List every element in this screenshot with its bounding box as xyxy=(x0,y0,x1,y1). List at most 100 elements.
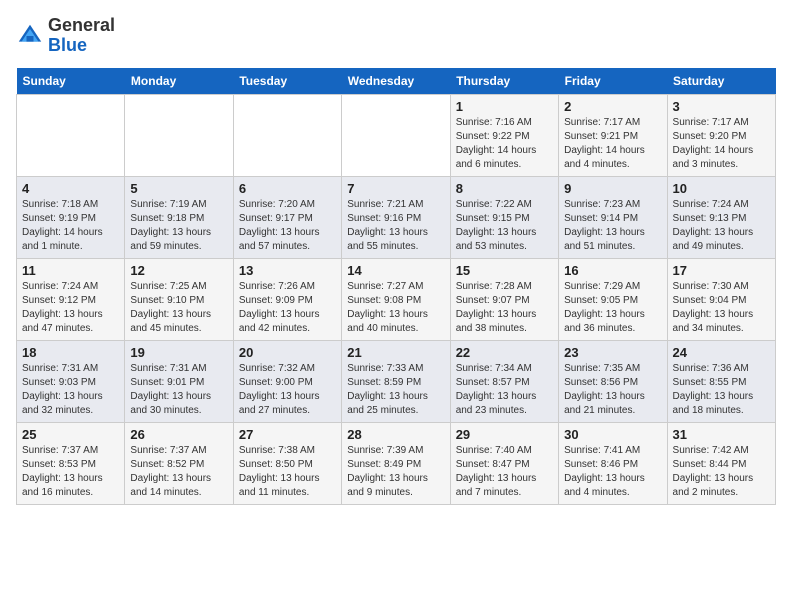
day-info: Sunrise: 7:19 AM Sunset: 9:18 PM Dayligh… xyxy=(130,198,227,254)
calendar-cell: 2Sunrise: 7:17 AM Sunset: 9:21 PM Daylig… xyxy=(559,94,667,176)
day-info: Sunrise: 7:28 AM Sunset: 9:07 PM Dayligh… xyxy=(456,280,553,336)
day-info: Sunrise: 7:33 AM Sunset: 8:59 PM Dayligh… xyxy=(347,362,444,418)
calendar-table: SundayMondayTuesdayWednesdayThursdayFrid… xyxy=(16,68,776,505)
calendar-cell: 7Sunrise: 7:21 AM Sunset: 9:16 PM Daylig… xyxy=(342,176,450,258)
day-info: Sunrise: 7:31 AM Sunset: 9:01 PM Dayligh… xyxy=(130,362,227,418)
day-info: Sunrise: 7:24 AM Sunset: 9:13 PM Dayligh… xyxy=(673,198,770,254)
day-info: Sunrise: 7:37 AM Sunset: 8:52 PM Dayligh… xyxy=(130,444,227,500)
calendar-cell: 26 Sunrise: 7:37 AM Sunset: 8:52 PM Dayli… xyxy=(125,422,233,504)
day-info: Sunrise: 7:37 AM Sunset: 8:53 PM Dayligh… xyxy=(22,444,119,500)
calendar-cell: 27 Sunrise: 7:38 AM Sunset: 8:50 PM Dayli… xyxy=(233,422,341,504)
page-header: General Blue xyxy=(16,16,776,56)
day-number: 23 xyxy=(564,345,661,360)
calendar-cell: 16 Sunrise: 7:29 AM Sunset: 9:05 PM Dayli… xyxy=(559,258,667,340)
day-number: 24 xyxy=(673,345,770,360)
calendar-cell: 30 Sunrise: 7:41 AM Sunset: 8:46 PM Dayli… xyxy=(559,422,667,504)
logo-text: General Blue xyxy=(48,16,115,56)
day-number: 10 xyxy=(673,181,770,196)
day-number: 7 xyxy=(347,181,444,196)
day-info: Sunrise: 7:25 AM Sunset: 9:10 PM Dayligh… xyxy=(130,280,227,336)
day-info: Sunrise: 7:34 AM Sunset: 8:57 PM Dayligh… xyxy=(456,362,553,418)
calendar-cell: 9 Sunrise: 7:23 AM Sunset: 9:14 PM Daylig… xyxy=(559,176,667,258)
calendar-cell: 4 Sunrise: 7:18 AM Sunset: 9:19 PM Daylig… xyxy=(17,176,125,258)
day-info: Sunrise: 7:16 AM Sunset: 9:22 PM Dayligh… xyxy=(456,116,553,172)
calendar-cell: 21 Sunrise: 7:33 AM Sunset: 8:59 PM Dayli… xyxy=(342,340,450,422)
calendar-cell: 12 Sunrise: 7:25 AM Sunset: 9:10 PM Dayli… xyxy=(125,258,233,340)
weekday-header-monday: Monday xyxy=(125,68,233,95)
weekday-header-tuesday: Tuesday xyxy=(233,68,341,95)
calendar-cell xyxy=(233,94,341,176)
calendar-cell: 28 Sunrise: 7:39 AM Sunset: 8:49 PM Dayli… xyxy=(342,422,450,504)
day-number: 29 xyxy=(456,427,553,442)
day-info: Sunrise: 7:27 AM Sunset: 9:08 PM Dayligh… xyxy=(347,280,444,336)
calendar-cell: 29Sunrise: 7:40 AM Sunset: 8:47 PM Dayli… xyxy=(450,422,558,504)
day-number: 1 xyxy=(456,99,553,114)
calendar-cell: 15 Sunrise: 7:28 AM Sunset: 9:07 PM Dayli… xyxy=(450,258,558,340)
day-number: 18 xyxy=(22,345,119,360)
logo: General Blue xyxy=(16,16,115,56)
weekday-header-sunday: Sunday xyxy=(17,68,125,95)
day-number: 11 xyxy=(22,263,119,278)
logo-icon xyxy=(16,22,44,50)
weekday-header-saturday: Saturday xyxy=(667,68,775,95)
calendar-cell: 10 Sunrise: 7:24 AM Sunset: 9:13 PM Dayli… xyxy=(667,176,775,258)
day-info: Sunrise: 7:39 AM Sunset: 8:49 PM Dayligh… xyxy=(347,444,444,500)
day-number: 3 xyxy=(673,99,770,114)
calendar-cell: 17 Sunrise: 7:30 AM Sunset: 9:04 PM Dayli… xyxy=(667,258,775,340)
weekday-header-thursday: Thursday xyxy=(450,68,558,95)
day-number: 27 xyxy=(239,427,336,442)
day-info: Sunrise: 7:29 AM Sunset: 9:05 PM Dayligh… xyxy=(564,280,661,336)
calendar-cell: 24 Sunrise: 7:36 AM Sunset: 8:55 PM Dayli… xyxy=(667,340,775,422)
day-info: Sunrise: 7:32 AM Sunset: 9:00 PM Dayligh… xyxy=(239,362,336,418)
day-number: 20 xyxy=(239,345,336,360)
day-number: 31 xyxy=(673,427,770,442)
day-number: 5 xyxy=(130,181,227,196)
day-number: 12 xyxy=(130,263,227,278)
day-number: 21 xyxy=(347,345,444,360)
day-number: 4 xyxy=(22,181,119,196)
day-info: Sunrise: 7:41 AM Sunset: 8:46 PM Dayligh… xyxy=(564,444,661,500)
calendar-cell: 22 Sunrise: 7:34 AM Sunset: 8:57 PM Dayli… xyxy=(450,340,558,422)
day-number: 9 xyxy=(564,181,661,196)
day-number: 15 xyxy=(456,263,553,278)
day-info: Sunrise: 7:36 AM Sunset: 8:55 PM Dayligh… xyxy=(673,362,770,418)
day-number: 16 xyxy=(564,263,661,278)
calendar-cell xyxy=(342,94,450,176)
day-number: 22 xyxy=(456,345,553,360)
calendar-cell: 8Sunrise: 7:22 AM Sunset: 9:15 PM Daylig… xyxy=(450,176,558,258)
day-info: Sunrise: 7:38 AM Sunset: 8:50 PM Dayligh… xyxy=(239,444,336,500)
day-info: Sunrise: 7:17 AM Sunset: 9:20 PM Dayligh… xyxy=(673,116,770,172)
calendar-cell: 11 Sunrise: 7:24 AM Sunset: 9:12 PM Dayli… xyxy=(17,258,125,340)
calendar-cell: 1 Sunrise: 7:16 AM Sunset: 9:22 PM Daylig… xyxy=(450,94,558,176)
day-number: 19 xyxy=(130,345,227,360)
day-number: 13 xyxy=(239,263,336,278)
calendar-cell: 6 Sunrise: 7:20 AM Sunset: 9:17 PM Daylig… xyxy=(233,176,341,258)
day-number: 17 xyxy=(673,263,770,278)
day-number: 28 xyxy=(347,427,444,442)
weekday-header-wednesday: Wednesday xyxy=(342,68,450,95)
day-number: 26 xyxy=(130,427,227,442)
calendar-cell: 19 Sunrise: 7:31 AM Sunset: 9:01 PM Dayli… xyxy=(125,340,233,422)
weekday-header-friday: Friday xyxy=(559,68,667,95)
day-number: 8 xyxy=(456,181,553,196)
day-number: 25 xyxy=(22,427,119,442)
calendar-cell: 5 Sunrise: 7:19 AM Sunset: 9:18 PM Daylig… xyxy=(125,176,233,258)
day-info: Sunrise: 7:23 AM Sunset: 9:14 PM Dayligh… xyxy=(564,198,661,254)
day-info: Sunrise: 7:26 AM Sunset: 9:09 PM Dayligh… xyxy=(239,280,336,336)
calendar-cell: 18 Sunrise: 7:31 AM Sunset: 9:03 PM Dayli… xyxy=(17,340,125,422)
day-number: 6 xyxy=(239,181,336,196)
day-info: Sunrise: 7:18 AM Sunset: 9:19 PM Dayligh… xyxy=(22,198,119,254)
day-info: Sunrise: 7:20 AM Sunset: 9:17 PM Dayligh… xyxy=(239,198,336,254)
calendar-cell: 13 Sunrise: 7:26 AM Sunset: 9:09 PM Dayli… xyxy=(233,258,341,340)
day-info: Sunrise: 7:42 AM Sunset: 8:44 PM Dayligh… xyxy=(673,444,770,500)
calendar-cell: 23Sunrise: 7:35 AM Sunset: 8:56 PM Dayli… xyxy=(559,340,667,422)
calendar-cell: 31 Sunrise: 7:42 AM Sunset: 8:44 PM Dayli… xyxy=(667,422,775,504)
calendar-cell xyxy=(125,94,233,176)
calendar-cell: 20 Sunrise: 7:32 AM Sunset: 9:00 PM Dayli… xyxy=(233,340,341,422)
day-info: Sunrise: 7:31 AM Sunset: 9:03 PM Dayligh… xyxy=(22,362,119,418)
day-number: 30 xyxy=(564,427,661,442)
day-info: Sunrise: 7:24 AM Sunset: 9:12 PM Dayligh… xyxy=(22,280,119,336)
day-number: 14 xyxy=(347,263,444,278)
day-info: Sunrise: 7:30 AM Sunset: 9:04 PM Dayligh… xyxy=(673,280,770,336)
calendar-cell: 14 Sunrise: 7:27 AM Sunset: 9:08 PM Dayli… xyxy=(342,258,450,340)
